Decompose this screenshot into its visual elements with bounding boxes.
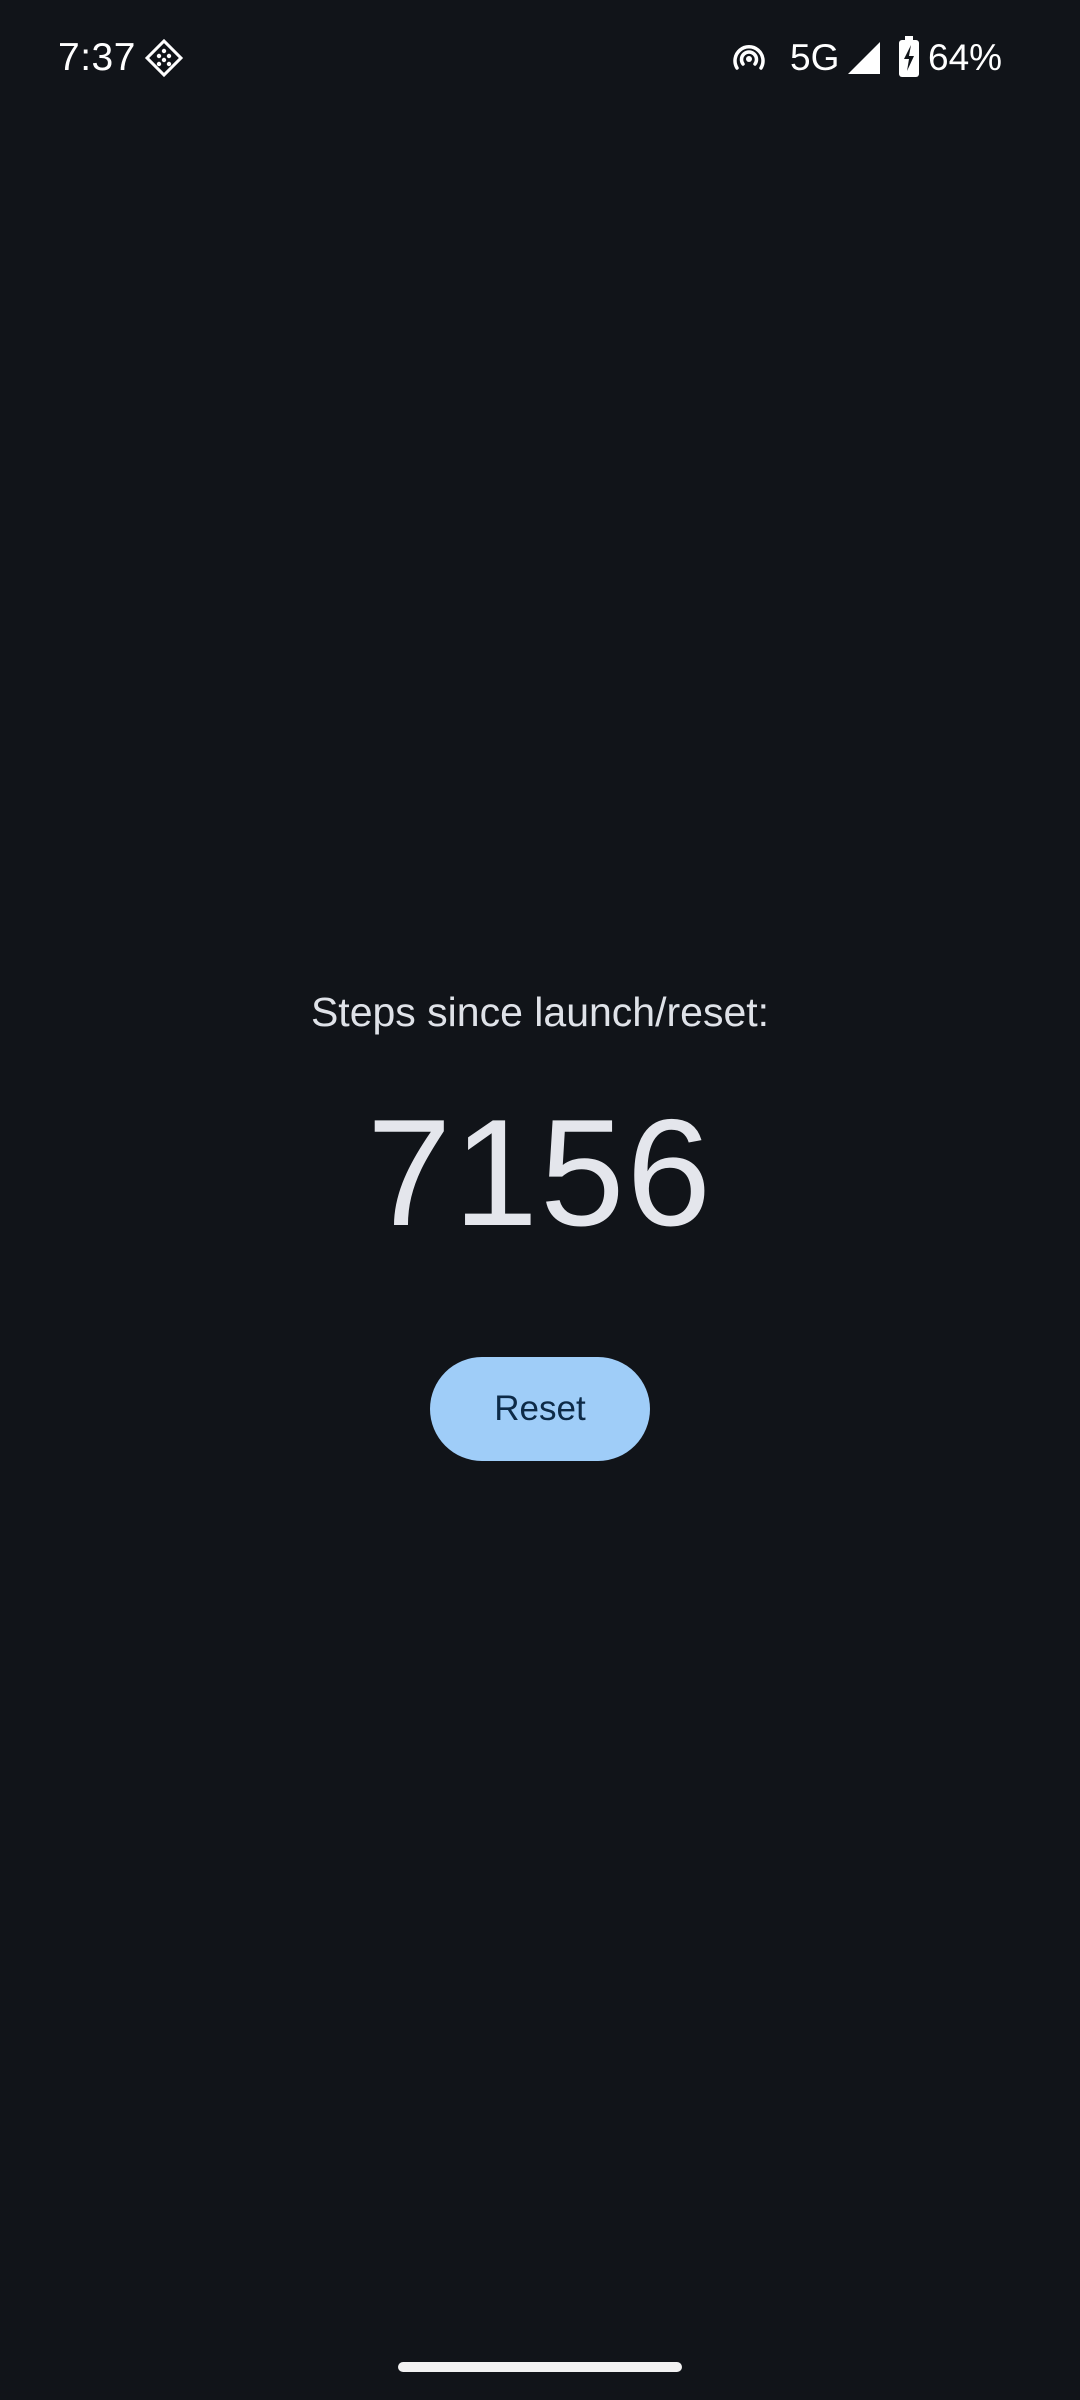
battery-charging-icon (898, 36, 920, 78)
status-bar: 7:37 5G 64% (0, 0, 1080, 118)
network-type: 5G (790, 37, 840, 78)
battery-percentage: 64% (928, 37, 1003, 78)
notification-diamond-icon (144, 38, 184, 78)
step-counter-screen: 7:37 5G 64% Steps since launch/reset: 71… (0, 0, 1080, 2400)
hotspot-icon (728, 38, 770, 80)
signal-icon (846, 40, 882, 76)
step-count: 7156 (366, 1088, 714, 1258)
status-time: 7:37 (58, 36, 136, 79)
reset-button[interactable]: Reset (430, 1357, 650, 1461)
gesture-nav-handle[interactable] (398, 2362, 682, 2372)
steps-label: Steps since launch/reset: (310, 989, 770, 1035)
